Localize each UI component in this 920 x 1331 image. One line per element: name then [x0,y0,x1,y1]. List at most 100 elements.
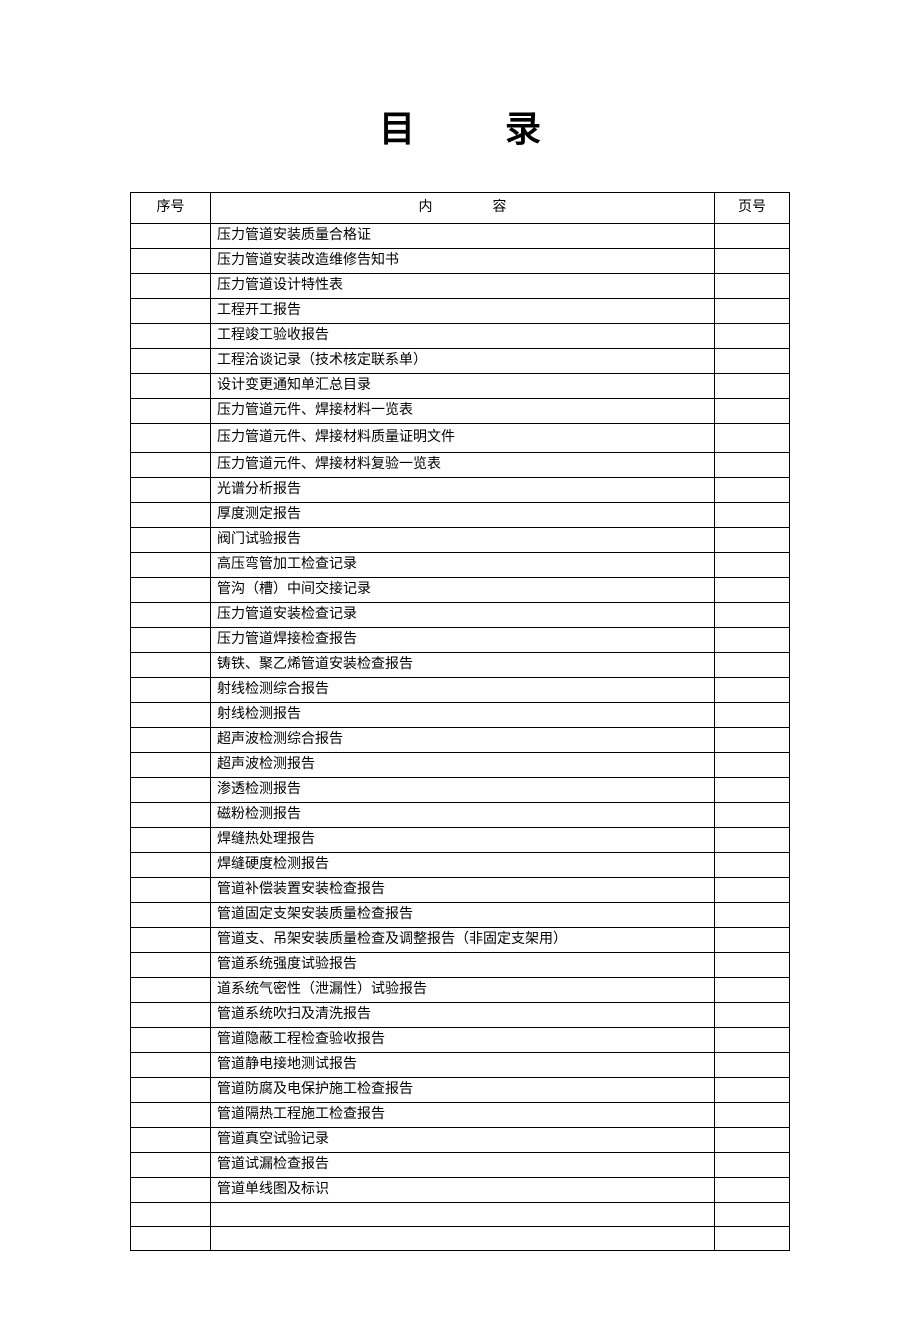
page-cell [715,553,790,578]
page-title: 目录 [130,100,790,152]
seq-cell [131,274,211,299]
seq-cell [131,528,211,553]
content-cell: 渗透检测报告 [211,778,715,803]
content-cell: 管道防腐及电保护施工检查报告 [211,1078,715,1103]
header-content-char-2: 容 [493,200,507,215]
page-cell [715,928,790,953]
table-row: 管道隔热工程施工检查报告 [131,1103,790,1128]
table-row [131,1203,790,1227]
seq-cell [131,1003,211,1028]
table-body: 压力管道安装质量合格证压力管道安装改造维修告知书压力管道设计特性表工程开工报告工… [131,224,790,1251]
seq-cell [131,503,211,528]
page-cell [715,503,790,528]
content-cell: 管道固定支架安装质量检查报告 [211,903,715,928]
table-row: 管道系统强度试验报告 [131,953,790,978]
page-cell [715,399,790,424]
content-cell: 工程开工报告 [211,299,715,324]
table-row: 压力管道安装质量合格证 [131,224,790,249]
content-cell: 压力管道安装改造维修告知书 [211,249,715,274]
content-cell: 管道系统吹扫及清洗报告 [211,1003,715,1028]
content-cell: 压力管道元件、焊接材料质量证明文件 [211,424,715,453]
page-cell [715,453,790,478]
page-cell [715,753,790,778]
content-cell: 焊缝硬度检测报告 [211,853,715,878]
seq-cell [131,803,211,828]
page-cell [715,953,790,978]
content-cell: 压力管道元件、焊接材料一览表 [211,399,715,424]
content-cell: 射线检测综合报告 [211,678,715,703]
page-cell [715,374,790,399]
table-row: 道系统气密性（泄漏性）试验报告 [131,978,790,1003]
table-row: 管道真空试验记录 [131,1128,790,1153]
seq-cell [131,953,211,978]
content-cell [211,1203,715,1227]
page-cell [715,703,790,728]
content-cell: 高压弯管加工检查记录 [211,553,715,578]
table-row: 压力管道焊接检查报告 [131,628,790,653]
table-header-row: 序号 内容 页号 [131,193,790,224]
content-cell: 超声波检测综合报告 [211,728,715,753]
table-row: 管道固定支架安装质量检查报告 [131,903,790,928]
content-cell: 压力管道焊接检查报告 [211,628,715,653]
contents-table: 序号 内容 页号 压力管道安装质量合格证压力管道安装改造维修告知书压力管道设计特… [130,192,790,1251]
seq-cell [131,653,211,678]
content-cell: 超声波检测报告 [211,753,715,778]
seq-cell [131,728,211,753]
content-cell: 管道试漏检查报告 [211,1153,715,1178]
content-cell: 磁粉检测报告 [211,803,715,828]
table-row: 焊缝热处理报告 [131,828,790,853]
content-cell: 压力管道安装检查记录 [211,603,715,628]
seq-cell [131,1178,211,1203]
table-row: 超声波检测报告 [131,753,790,778]
page-cell [715,1128,790,1153]
page-cell [715,1103,790,1128]
page-cell [715,274,790,299]
page-cell [715,728,790,753]
seq-cell [131,578,211,603]
seq-cell [131,399,211,424]
table-row: 压力管道元件、焊接材料质量证明文件 [131,424,790,453]
seq-cell [131,1128,211,1153]
page-cell [715,803,790,828]
seq-cell [131,1053,211,1078]
page-cell [715,1153,790,1178]
content-cell: 焊缝热处理报告 [211,828,715,853]
page-cell [715,299,790,324]
seq-cell [131,1103,211,1128]
seq-cell [131,703,211,728]
header-content-char-1: 内 [419,193,433,223]
content-cell: 工程洽谈记录（技术核定联系单） [211,349,715,374]
seq-cell [131,753,211,778]
seq-cell [131,553,211,578]
content-cell: 管道隔热工程施工检查报告 [211,1103,715,1128]
content-cell [211,1227,715,1251]
page-cell [715,603,790,628]
table-row: 管道单线图及标识 [131,1178,790,1203]
page-cell [715,878,790,903]
table-row: 压力管道元件、焊接材料一览表 [131,399,790,424]
content-cell: 阀门试验报告 [211,528,715,553]
content-cell: 设计变更通知单汇总目录 [211,374,715,399]
title-char-1: 目 [379,100,415,152]
content-cell: 压力管道安装质量合格证 [211,224,715,249]
seq-cell [131,1028,211,1053]
page-cell [715,528,790,553]
page-cell [715,1028,790,1053]
content-cell: 压力管道设计特性表 [211,274,715,299]
page-cell [715,828,790,853]
seq-cell [131,478,211,503]
content-cell: 光谱分析报告 [211,478,715,503]
seq-cell [131,453,211,478]
table-row: 工程竣工验收报告 [131,324,790,349]
table-row: 渗透检测报告 [131,778,790,803]
seq-cell [131,299,211,324]
page-cell [715,1203,790,1227]
content-cell: 厚度测定报告 [211,503,715,528]
content-cell: 道系统气密性（泄漏性）试验报告 [211,978,715,1003]
content-cell: 管道系统强度试验报告 [211,953,715,978]
page-cell [715,324,790,349]
seq-cell [131,603,211,628]
seq-cell [131,1078,211,1103]
table-row: 工程开工报告 [131,299,790,324]
seq-cell [131,1203,211,1227]
